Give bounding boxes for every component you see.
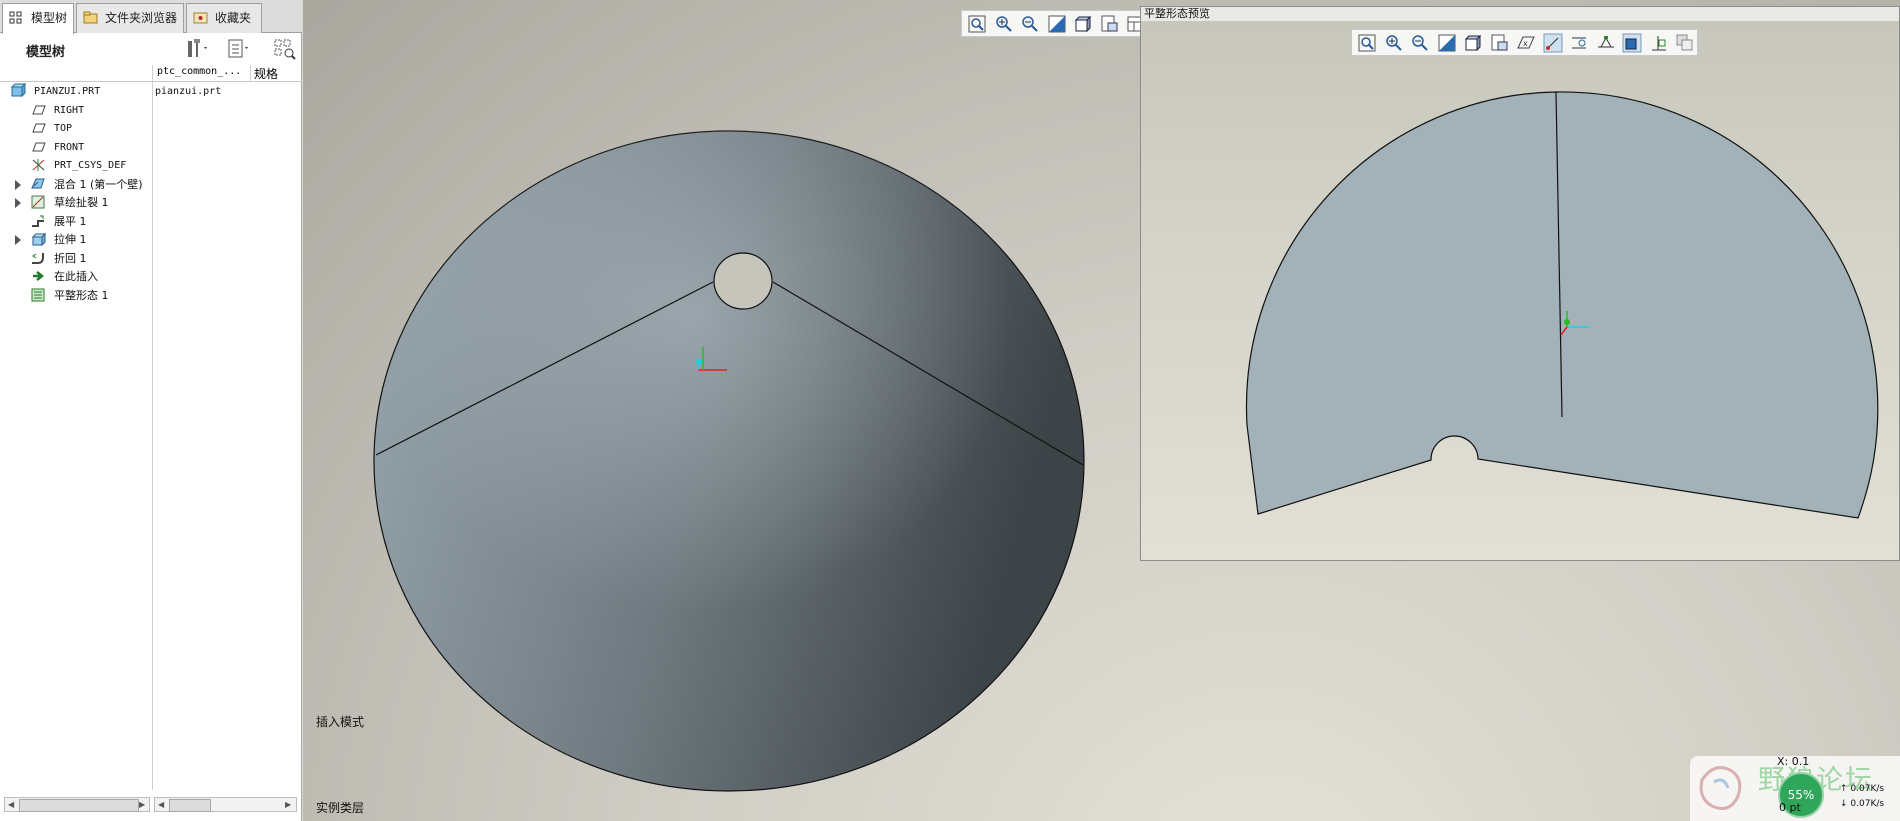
tree-item[interactable]: 展平 1 [0, 213, 300, 230]
tab-favorites[interactable]: 收藏夹 [186, 3, 262, 33]
tree-item[interactable]: 混合 1 (第一个壁) [0, 176, 300, 193]
column-horizontal-scrollbar[interactable]: ◀ ▶ [154, 797, 297, 812]
upload-speed: ↑ 0.07K/s [1840, 784, 1885, 794]
tree-item-label: 平整形态 1 [54, 288, 109, 302]
tree-filter-icon[interactable] [272, 37, 298, 61]
scroll-thumb[interactable] [19, 799, 139, 812]
expand-arrow-icon[interactable] [15, 179, 21, 190]
scroll-thumb[interactable] [169, 799, 211, 812]
tab-label: 文件夹浏览器 [105, 11, 178, 25]
column-header-ptc-common[interactable]: ptc_common_... [157, 66, 241, 77]
favorites-icon [193, 12, 208, 24]
extrude-icon [31, 232, 46, 247]
flat-pattern-view[interactable] [1141, 7, 1899, 560]
datum-plane-icon [32, 142, 46, 151]
scroll-left-icon[interactable]: ◀ [8, 800, 14, 809]
tree-item[interactable]: TOP [0, 120, 300, 137]
model-tree-panel: 模型树 文件夹浏览器 收藏夹 模型树 ptc_common_... 规格 PIA… [0, 0, 302, 821]
insert-mode-status: 插入模式 [316, 715, 365, 729]
tree-item-column-value: pianzui.prt [155, 86, 222, 97]
flat-state-icon [31, 288, 45, 301]
instance-layer-status: 实例类层 [316, 801, 365, 815]
cone-apex-hole[interactable] [713, 252, 773, 310]
scroll-right-icon[interactable]: ▶ [139, 800, 145, 809]
blend-icon [31, 178, 45, 188]
datum-plane-icon [32, 123, 46, 133]
expand-arrow-icon[interactable] [15, 198, 21, 208]
tree-item-label: TOP [54, 123, 73, 134]
tab-label: 模型树 [31, 11, 68, 25]
coordinate-readout-y: 0 pt [1779, 801, 1801, 814]
tree-item-label: 折回 1 [54, 251, 87, 265]
column-divider[interactable] [250, 65, 251, 81]
tree-item-label: 草绘扯裂 1 [54, 196, 109, 209]
expand-arrow-icon[interactable] [15, 235, 21, 245]
tree-item-label: 在此插入 [54, 270, 98, 283]
unbend-icon [32, 215, 44, 227]
tree-item-label: FRONT [54, 141, 85, 153]
tree-item-label: 展平 1 [54, 214, 87, 228]
tab-model-tree[interactable]: 模型树 [2, 3, 74, 34]
download-speed: ↓ 0.07K/s [1840, 799, 1885, 809]
tree-item[interactable]: FRONT [0, 139, 300, 156]
wolf-logo-icon [1699, 766, 1742, 810]
tree-column-header: ptc_common_... 规格 [0, 65, 302, 82]
tree-item[interactable]: 折回 1 [0, 250, 300, 267]
tree-horizontal-scrollbar[interactable]: ◀ ▶ [4, 797, 150, 812]
flat-state-preview-window[interactable]: 平整形态预览 x [1140, 6, 1900, 561]
tree-item-label: 拉伸 1 [54, 233, 87, 246]
tree-item[interactable]: 拉伸 1 [0, 231, 300, 248]
tab-label: 收藏夹 [215, 11, 252, 25]
column-header-spec[interactable]: 规格 [254, 65, 278, 82]
flat-pattern-surface[interactable] [1245, 91, 1879, 519]
model-tree-header: 模型树 [0, 33, 302, 65]
tree-item[interactable]: PRT_CSYS_DEF [0, 157, 300, 174]
tree-item-label: RIGHT [54, 104, 85, 116]
folder-browser-icon [83, 11, 98, 24]
tree-item-label: PRT_CSYS_DEF [54, 160, 127, 171]
tab-folder-browser[interactable]: 文件夹浏览器 [76, 3, 184, 33]
sketched-rip-icon [31, 195, 45, 209]
coordinate-readout-x: X: 0.1 [1777, 755, 1810, 768]
insert-here-arrow-icon [33, 271, 45, 281]
model-tree-icon [9, 11, 22, 24]
navigator-tabbar: 模型树 文件夹浏览器 收藏夹 [0, 0, 302, 34]
tree-item-label: PIANZUI.PRT [34, 86, 101, 97]
part-icon [10, 83, 26, 98]
tree-item[interactable]: RIGHT [0, 102, 300, 119]
show-tools-icon[interactable] [185, 37, 211, 61]
datum-plane-icon [32, 105, 46, 114]
model-tree-title: 模型树 [26, 45, 66, 60]
coordinate-system-icon [32, 159, 45, 171]
tree-item-label: 混合 1 (第一个壁) [54, 177, 143, 191]
tree-settings-icon[interactable] [226, 37, 252, 61]
scroll-left-icon[interactable]: ◀ [158, 800, 164, 809]
tree-item[interactable]: 在此插入 [0, 268, 300, 285]
tree-item[interactable]: 平整形态 1 [0, 287, 300, 304]
tree-item[interactable]: PIANZUI.PRT pianzui.prt [0, 83, 300, 100]
tree-item[interactable]: 草绘扯裂 1 [0, 194, 300, 211]
scroll-right-icon[interactable]: ▶ [285, 800, 291, 809]
bend-back-icon [32, 252, 44, 264]
